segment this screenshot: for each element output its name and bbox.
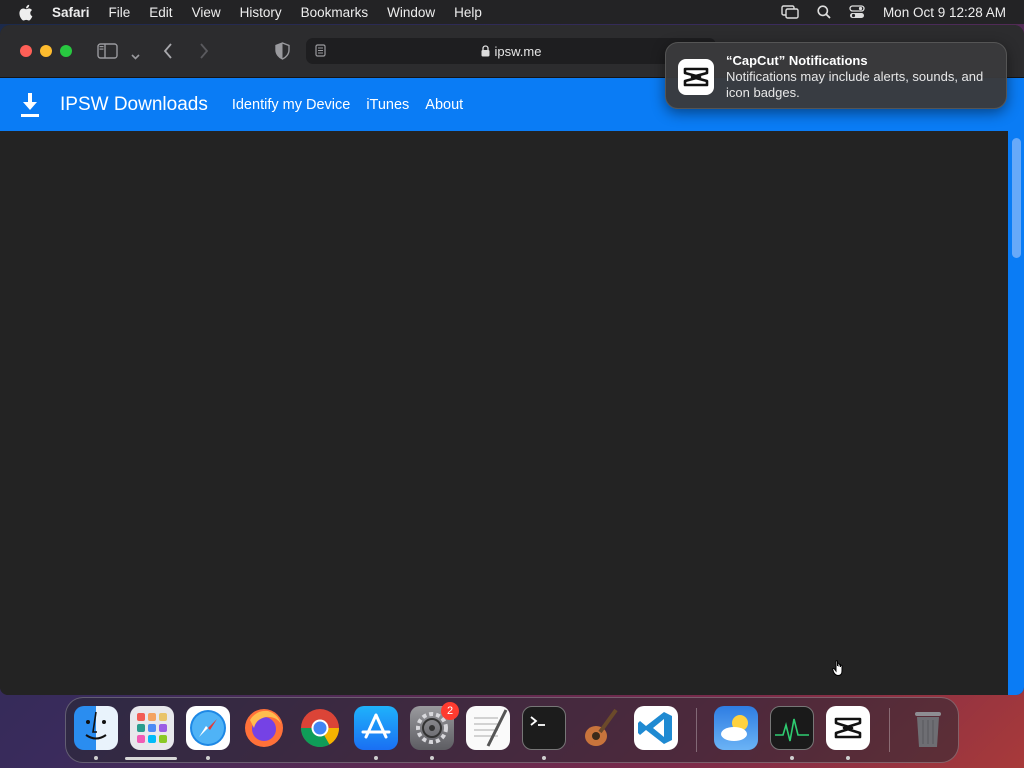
privacy-shield-icon[interactable] bbox=[275, 42, 290, 65]
download-arrow-icon[interactable] bbox=[20, 92, 40, 118]
nav-about[interactable]: About bbox=[425, 97, 463, 113]
lock-icon bbox=[481, 45, 490, 57]
control-center-icon[interactable] bbox=[849, 5, 865, 19]
dock-highlight-indicator bbox=[125, 757, 177, 760]
app-store-running-indicator bbox=[374, 756, 378, 760]
menu-history[interactable]: History bbox=[240, 5, 282, 20]
dock-separator bbox=[889, 708, 890, 752]
dock-separator bbox=[696, 708, 697, 752]
notification-title: “CapCut” Notifications bbox=[726, 53, 868, 68]
capcut-icon bbox=[678, 59, 714, 95]
app-store-icon[interactable] bbox=[354, 706, 398, 750]
scrollbar[interactable] bbox=[1008, 78, 1024, 695]
sidebar-toggle-icon[interactable] bbox=[97, 43, 118, 64]
chevron-down-icon[interactable] bbox=[131, 47, 140, 65]
menu-view[interactable]: View bbox=[192, 5, 221, 20]
capcut-notification[interactable]: “CapCut” Notifications Notifications may… bbox=[665, 42, 1007, 109]
minimize-window-button[interactable] bbox=[40, 45, 52, 57]
launchpad-icon[interactable] bbox=[130, 706, 174, 750]
url-text: ipsw.me bbox=[494, 43, 542, 59]
nav-identify-device[interactable]: Identify my Device bbox=[232, 97, 350, 113]
site-brand-link[interactable]: IPSW Downloads bbox=[60, 94, 208, 116]
activity-monitor-running-indicator bbox=[790, 756, 794, 760]
nav-itunes[interactable]: iTunes bbox=[366, 97, 409, 113]
capcut-running-indicator bbox=[846, 756, 850, 760]
menu-bookmarks[interactable]: Bookmarks bbox=[301, 5, 369, 20]
menu-file[interactable]: File bbox=[109, 5, 131, 20]
garageband-icon[interactable] bbox=[578, 706, 622, 750]
address-bar[interactable]: ipsw.me bbox=[306, 38, 716, 64]
finder-icon[interactable] bbox=[74, 706, 118, 750]
spotlight-search-icon[interactable] bbox=[817, 5, 831, 19]
activity-monitor-icon[interactable] bbox=[770, 706, 814, 750]
back-arrow-icon[interactable] bbox=[163, 43, 173, 64]
vscode-icon[interactable] bbox=[634, 706, 678, 750]
textedit-icon[interactable] bbox=[466, 706, 510, 750]
maximize-window-button[interactable] bbox=[60, 45, 72, 57]
apple-menu-icon[interactable] bbox=[18, 3, 36, 21]
scrollbar-thumb[interactable] bbox=[1012, 138, 1021, 258]
menu-edit[interactable]: Edit bbox=[149, 5, 172, 20]
dock bbox=[65, 697, 959, 763]
menu-app-name[interactable]: Safari bbox=[52, 5, 90, 20]
menu-bar: Safari File Edit View History Bookmarks … bbox=[0, 0, 1024, 24]
menubar-clock[interactable]: Mon Oct 9 12:28 AM bbox=[883, 5, 1006, 20]
terminal-icon[interactable] bbox=[522, 706, 566, 750]
capcut-icon[interactable] bbox=[826, 706, 870, 750]
screen-mirroring-icon[interactable] bbox=[781, 5, 799, 19]
trash-icon[interactable] bbox=[906, 706, 950, 750]
notification-body: Notifications may include alerts, sounds… bbox=[726, 69, 984, 100]
menu-window[interactable]: Window bbox=[387, 5, 435, 20]
firefox-icon[interactable] bbox=[242, 706, 286, 750]
hand-cursor-icon bbox=[832, 659, 846, 682]
menu-help[interactable]: Help bbox=[454, 5, 482, 20]
weather-icon[interactable] bbox=[714, 706, 758, 750]
finder-running-indicator bbox=[94, 756, 98, 760]
safari-running-indicator bbox=[206, 756, 210, 760]
system-settings-running-indicator bbox=[430, 756, 434, 760]
notification-badge: 2 bbox=[441, 702, 459, 720]
forward-arrow-icon[interactable] bbox=[199, 43, 209, 64]
chrome-icon[interactable] bbox=[298, 706, 342, 750]
page-content bbox=[0, 131, 1008, 695]
safari-window: ipsw.me IPSW Downloads Identify my Devic… bbox=[0, 25, 1024, 695]
reader-mode-icon[interactable] bbox=[315, 44, 326, 60]
terminal-running-indicator bbox=[542, 756, 546, 760]
close-window-button[interactable] bbox=[20, 45, 32, 57]
safari-icon[interactable] bbox=[186, 706, 230, 750]
